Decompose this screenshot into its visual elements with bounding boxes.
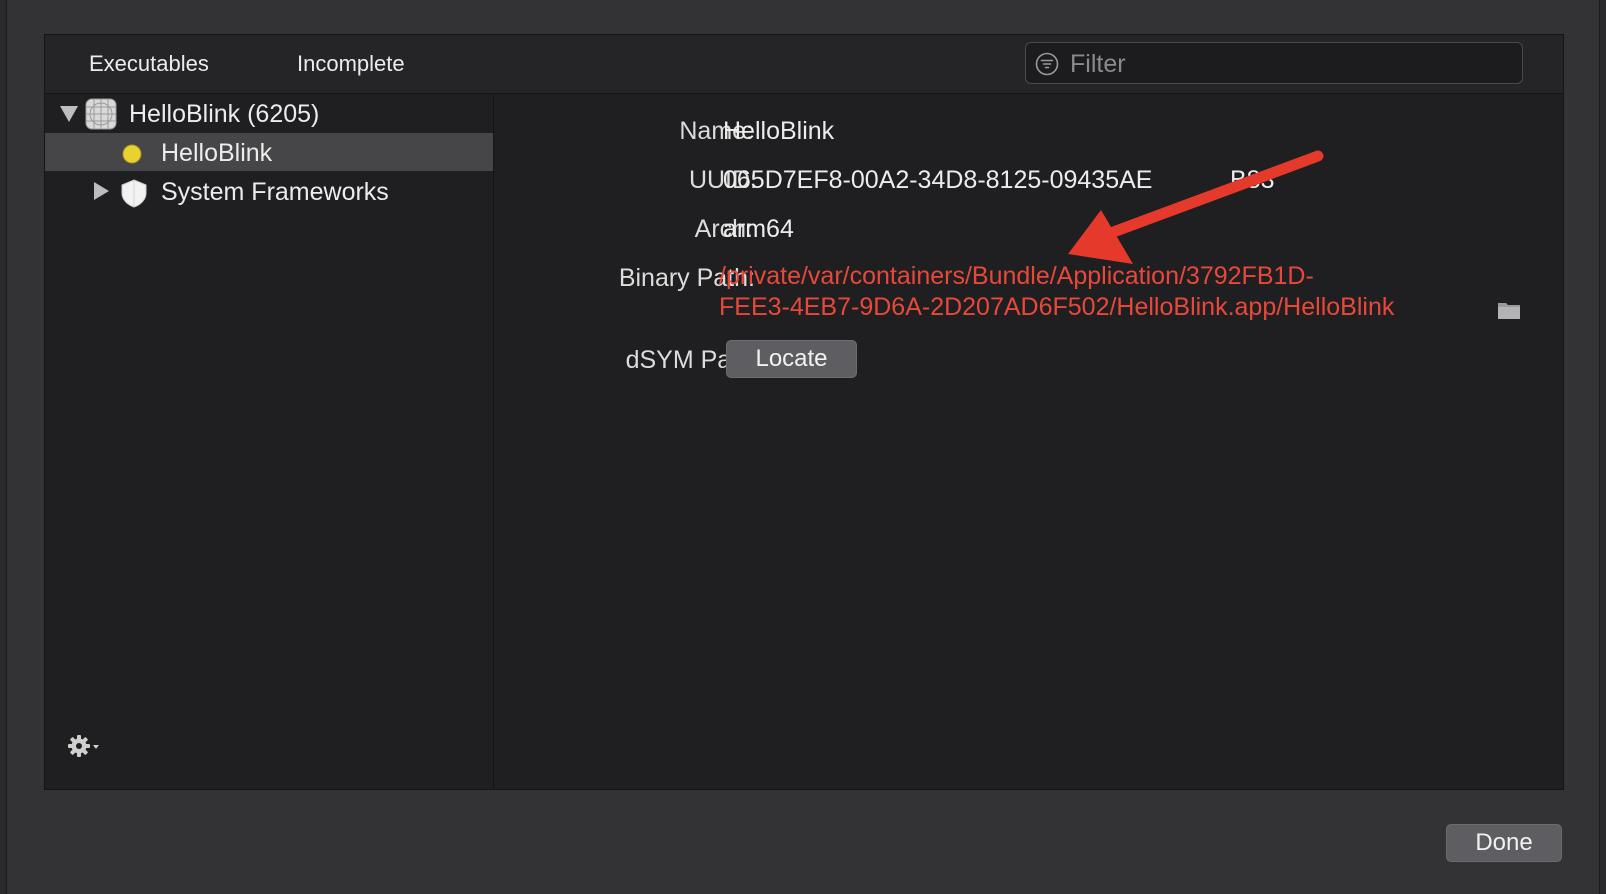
done-button[interactable]: Done bbox=[1446, 824, 1562, 862]
sidebar-item-system-frameworks[interactable]: System Frameworks bbox=[45, 172, 493, 210]
tab-incomplete[interactable]: Incomplete bbox=[297, 51, 405, 77]
executables-sidebar: HelloBlink (6205) HelloBlink System Fram… bbox=[45, 94, 494, 789]
binary-path-line-2: FEE3-4EB7-9D6A-2D207AD6F502/HelloBlink.a… bbox=[719, 293, 1395, 321]
gear-menu-icon[interactable] bbox=[67, 732, 103, 760]
folder-icon[interactable] bbox=[1497, 300, 1521, 320]
detail-pane: Name: HelloBlink UUID: 065D7EF8-00A2-34D… bbox=[494, 94, 1563, 789]
sidebar-item-label: HelloBlink bbox=[161, 139, 273, 167]
sidebar-item-helloblink-process[interactable]: HelloBlink (6205) bbox=[45, 94, 493, 132]
arch-value: arm64 bbox=[723, 215, 794, 243]
tab-bar: Executables Incomplete bbox=[45, 35, 1563, 94]
disclosure-collapsed-icon[interactable] bbox=[94, 182, 109, 200]
name-value: HelloBlink bbox=[723, 117, 835, 145]
sidebar-item-label: System Frameworks bbox=[161, 178, 389, 206]
sheet-edge-left bbox=[0, 0, 7, 894]
uuid-value: 065D7EF8-00A2-34D8-8125-09435AE bbox=[723, 166, 1153, 194]
uuid-value-tail: B83 bbox=[1230, 166, 1275, 194]
executables-panel: Executables Incomplete Filter HelloBlink… bbox=[44, 34, 1564, 790]
locate-button[interactable]: Locate bbox=[726, 340, 857, 378]
sidebar-item-helloblink[interactable]: HelloBlink bbox=[45, 133, 493, 171]
binary-path-line-1: /private/var/containers/Bundle/Applicati… bbox=[719, 262, 1314, 290]
filter-icon bbox=[1035, 52, 1059, 76]
disclosure-expanded-icon[interactable] bbox=[60, 106, 78, 122]
tab-executables[interactable]: Executables bbox=[89, 51, 209, 77]
app-grid-icon bbox=[85, 98, 117, 130]
binary-path-value[interactable]: /private/var/containers/Bundle/Applicati… bbox=[719, 261, 1394, 323]
filter-field[interactable] bbox=[1025, 42, 1523, 84]
sheet-edge-right bbox=[1599, 0, 1606, 894]
filter-input[interactable] bbox=[1068, 48, 1512, 80]
sidebar-item-label: HelloBlink (6205) bbox=[129, 100, 320, 128]
yellow-dot-icon bbox=[122, 144, 142, 164]
shield-icon bbox=[121, 179, 147, 208]
